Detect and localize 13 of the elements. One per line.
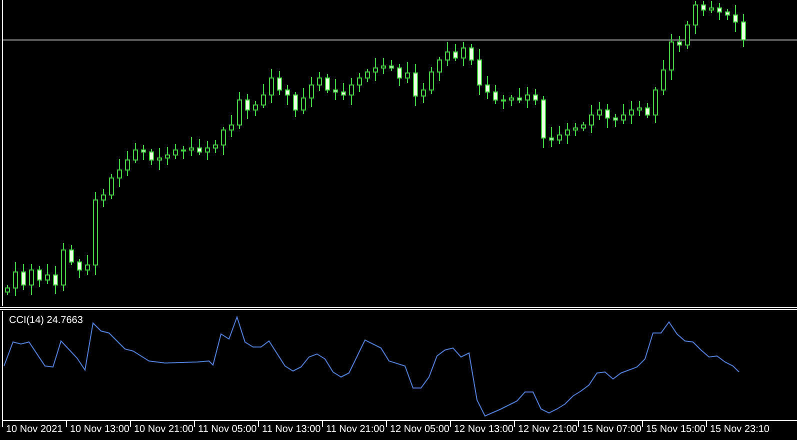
time-label: 10 Nov 21:00 bbox=[134, 424, 194, 435]
time-label: 12 Nov 05:00 bbox=[390, 424, 450, 435]
time-label: 11 Nov 05:00 bbox=[198, 424, 257, 435]
time-label: 11 Nov 21:00 bbox=[326, 424, 385, 435]
time-label: 15 Nov 23:10 bbox=[710, 424, 770, 435]
time-label: 15 Nov 07:00 bbox=[582, 424, 642, 435]
time-label: 15 Nov 15:00 bbox=[646, 424, 706, 435]
indicator-label: CCI(14) 24.7663 bbox=[9, 314, 83, 326]
time-label: 10 Nov 2021 bbox=[6, 424, 63, 435]
time-label: 11 Nov 13:00 bbox=[262, 424, 321, 435]
time-label: 12 Nov 21:00 bbox=[518, 424, 578, 435]
time-label: 12 Nov 13:00 bbox=[454, 424, 514, 435]
time-label: 10 Nov 13:00 bbox=[70, 424, 130, 435]
